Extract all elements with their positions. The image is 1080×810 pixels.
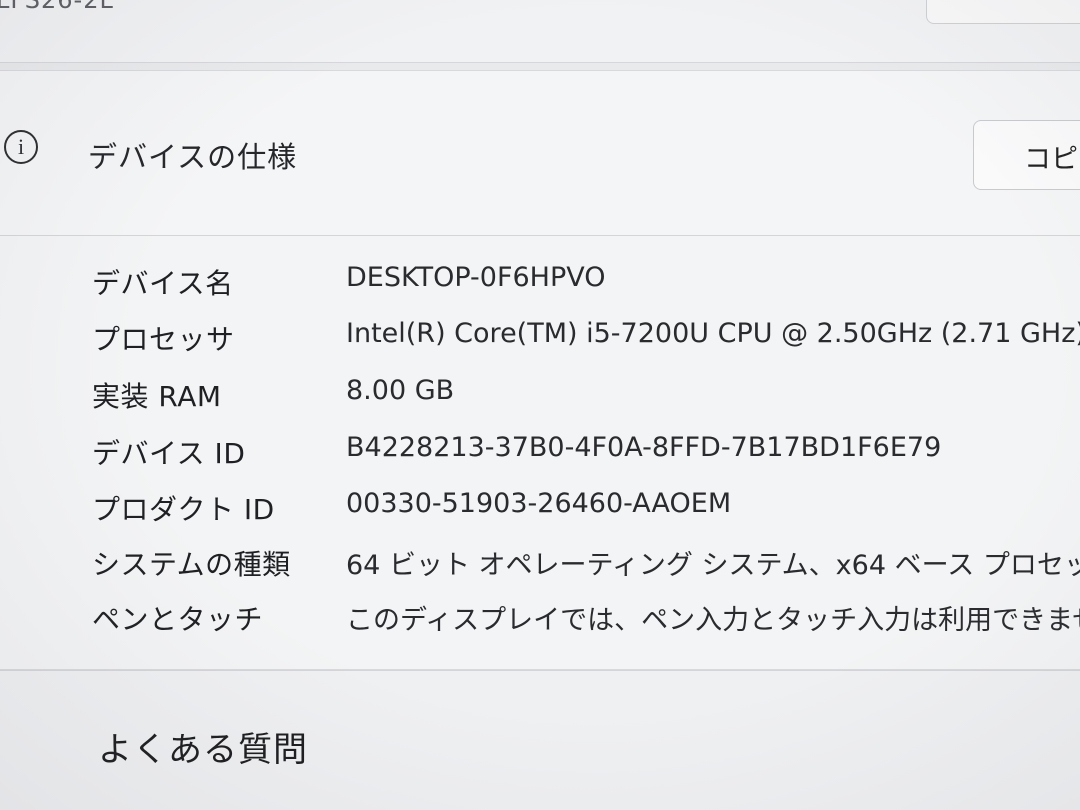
spec-value: 00330-51903-26460-AAOEM [346,488,732,519]
spec-value: Intel(R) Core(TM) i5-7200U CPU @ 2.50GHz… [346,318,1080,349]
spec-label: プロセッサ [92,323,235,356]
spec-value: 8.00 GB [346,375,455,406]
device-spec-title: デバイスの仕様 [88,140,298,174]
spec-label: デバイス ID [92,437,246,470]
spec-value: 64 ビット オペレーティング システム、x64 ベース プロセッサ [346,550,1080,581]
spec-label: 実装 RAM [92,380,222,413]
copy-button[interactable]: コピー [973,120,1080,190]
spec-value: B4228213-37B0-4F0A-8FFD-7B17BD1F6E79 [346,432,942,463]
previous-section-button[interactable] [926,0,1080,24]
spec-label: ペンとタッチ [92,603,264,636]
previous-section-text: LFS26-2L [0,0,114,14]
settings-about-screen: LFS26-2L i デバイスの仕様 コピー デバイス名 DESKTOP-0F6… [0,0,1080,810]
spec-label: システムの種類 [92,548,291,581]
spec-value: DESKTOP-0F6HPVO [346,262,606,293]
spec-label: プロダクト ID [92,493,275,526]
info-icon: i [4,130,38,164]
faq-title: よくある質問 [98,730,308,770]
previous-section-card [0,0,1080,63]
spec-label: デバイス名 [92,267,234,300]
spec-value: このディスプレイでは、ペン入力とタッチ入力は利用できません [346,605,1080,636]
